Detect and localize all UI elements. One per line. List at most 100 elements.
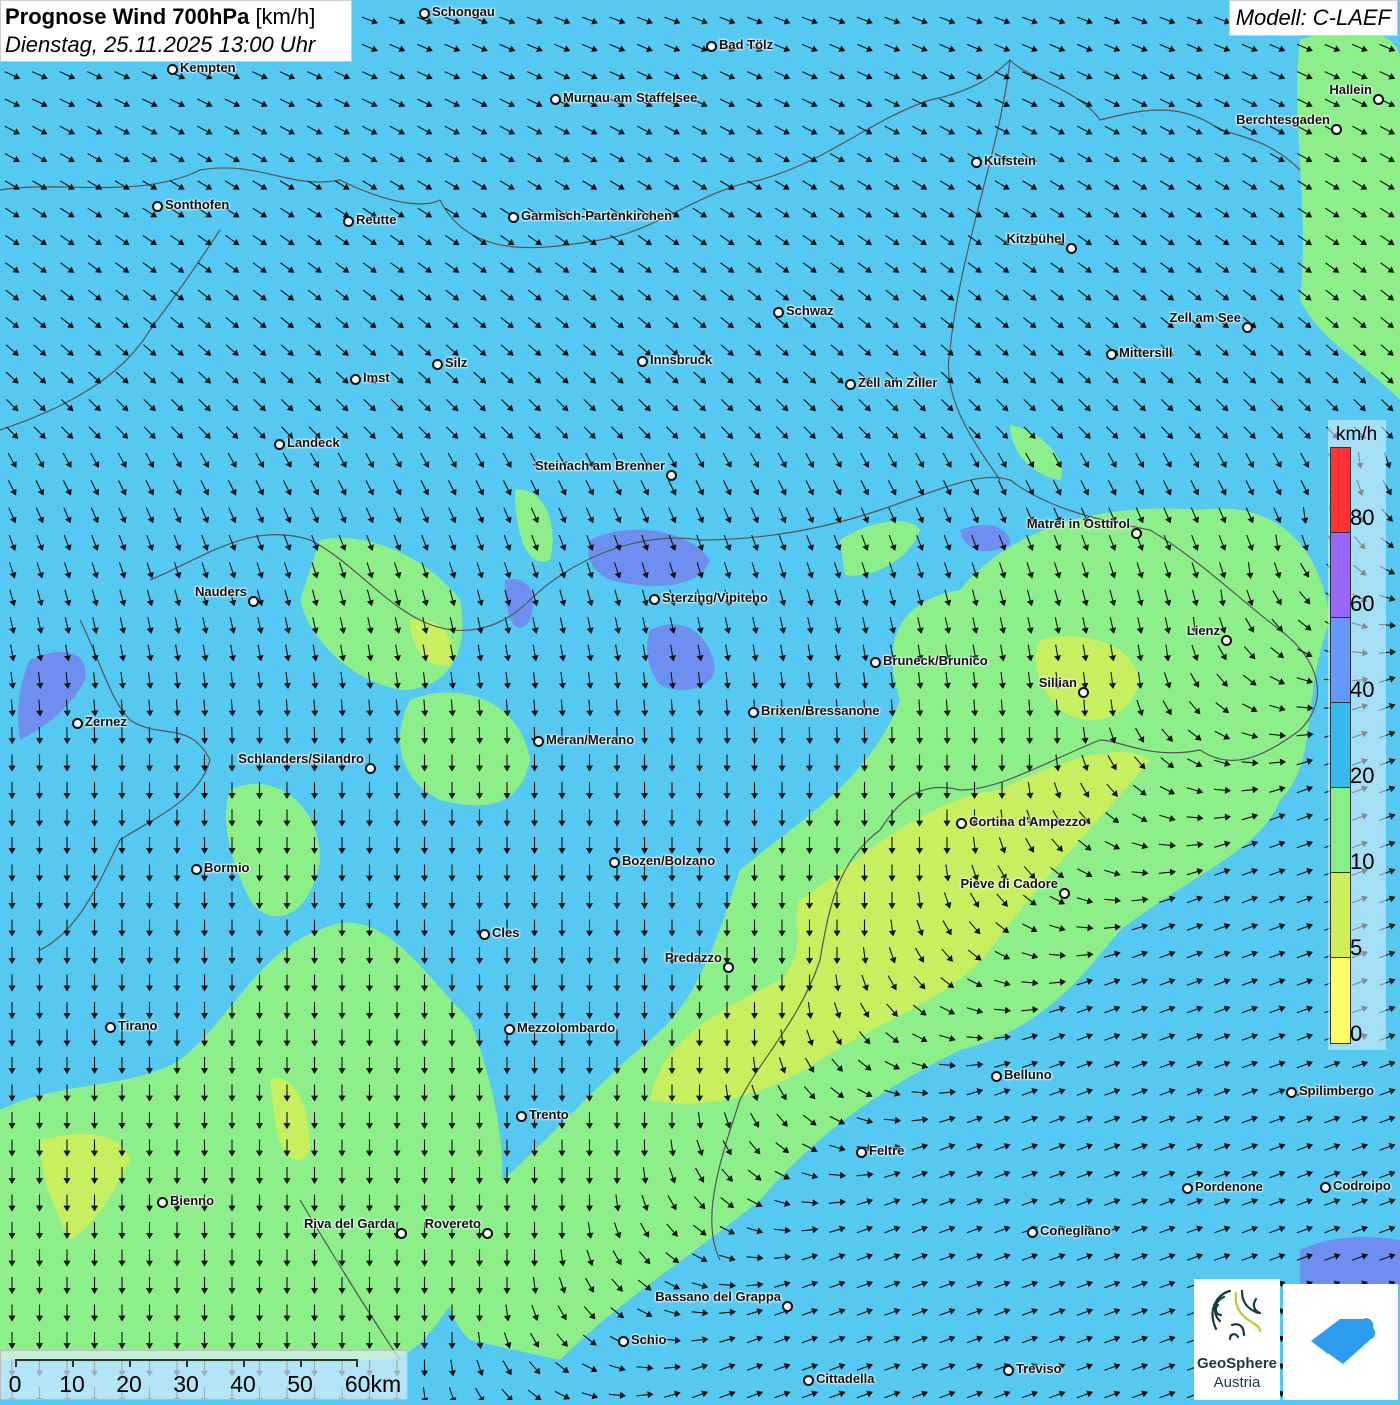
wind-arrow xyxy=(499,98,516,108)
wind-arrow xyxy=(911,16,928,25)
wind-arrow xyxy=(63,837,71,855)
wind-arrow xyxy=(692,262,707,273)
wind-arrow xyxy=(1245,480,1255,496)
wind-arrow xyxy=(87,153,103,163)
wind-arrow xyxy=(1214,1088,1231,1096)
wind-arrow xyxy=(1131,1143,1149,1151)
wind-arrow xyxy=(747,235,762,246)
wind-arrow xyxy=(1131,1005,1149,1014)
wind-arrow xyxy=(558,919,566,937)
wind-arrow xyxy=(939,1115,956,1123)
wind-arrow xyxy=(967,262,982,273)
wind-arrow xyxy=(417,98,433,108)
wind-arrow xyxy=(418,426,431,440)
wind-arrow xyxy=(1269,1088,1286,1096)
wind-arrow xyxy=(444,98,461,108)
wind-arrow xyxy=(805,782,814,800)
wind-arrow xyxy=(197,180,213,190)
wind-arrow xyxy=(8,782,16,800)
wind-arrow xyxy=(801,1363,819,1371)
wind-arrow xyxy=(748,344,762,356)
wind-arrow xyxy=(1186,71,1203,80)
wind-arrow xyxy=(6,426,19,440)
wind-arrow xyxy=(609,43,626,53)
wind-arrow xyxy=(475,1002,484,1020)
wind-arrow xyxy=(308,344,322,356)
city-marker xyxy=(1066,243,1077,254)
wind-arrow xyxy=(691,1336,709,1344)
wind-arrow xyxy=(1216,426,1229,440)
wind-arrow xyxy=(719,1390,736,1399)
wind-arrow xyxy=(32,180,48,190)
wind-arrow xyxy=(1379,1198,1396,1206)
wind-arrow xyxy=(503,507,512,524)
wind-arrow xyxy=(363,426,376,440)
wind-arrow xyxy=(1159,1335,1176,1344)
wind-arrow xyxy=(1131,71,1148,80)
wind-arrow xyxy=(912,153,928,163)
wind-arrow xyxy=(1131,923,1149,931)
wind-arrow xyxy=(311,726,319,745)
wind-arrow xyxy=(585,1084,594,1102)
wind-arrow xyxy=(1296,1225,1314,1234)
wind-arrow xyxy=(227,480,237,496)
city-marker xyxy=(618,1336,629,1347)
wind-arrow xyxy=(829,43,846,53)
wind-arrow xyxy=(723,754,731,772)
wind-arrow xyxy=(1131,1225,1149,1234)
wind-arrow xyxy=(911,1390,929,1399)
wind-arrow xyxy=(609,153,625,163)
wind-arrow xyxy=(201,644,209,662)
wind-arrow xyxy=(779,589,787,607)
wind-arrow xyxy=(967,180,983,190)
wind-arrow xyxy=(1049,1335,1066,1344)
wind-arrow xyxy=(888,507,897,524)
wind-arrow xyxy=(558,534,567,551)
wind-arrow xyxy=(719,153,735,163)
wind-arrow xyxy=(1270,344,1284,356)
wind-arrow xyxy=(90,837,99,855)
wind-arrow xyxy=(531,699,539,717)
wind-arrow xyxy=(310,809,319,827)
wind-arrow xyxy=(59,98,76,108)
wind-arrow xyxy=(143,399,156,412)
wind-arrow xyxy=(200,947,209,965)
geosphere-austria-logo[interactable]: GeoSphere Austria xyxy=(1194,1279,1280,1400)
wind-arrow xyxy=(967,207,983,218)
wind-arrow xyxy=(4,207,20,218)
wind-arrow xyxy=(994,1198,1011,1206)
wind-arrow xyxy=(4,153,20,163)
wind-arrow xyxy=(750,507,760,524)
wind-arrow xyxy=(280,262,295,273)
wind-arrow xyxy=(913,426,926,440)
wind-arrow xyxy=(1241,1225,1259,1234)
legend-label: 80 xyxy=(1350,505,1375,530)
house-cloud-logo[interactable] xyxy=(1283,1284,1398,1400)
wind-arrow xyxy=(471,43,488,53)
title-unit: [km/h] xyxy=(255,4,316,29)
wind-arrow xyxy=(830,371,844,384)
wind-arrow xyxy=(1077,317,1092,329)
wind-arrow xyxy=(310,480,320,496)
city-label: Trento xyxy=(529,1107,569,1122)
wind-arrow xyxy=(417,317,432,329)
wind-arrow xyxy=(995,371,1009,384)
wind-arrow xyxy=(719,16,736,25)
wind-arrow xyxy=(1298,399,1311,412)
wind-arrow xyxy=(1076,1143,1094,1151)
wind-arrow xyxy=(228,947,236,965)
wind-arrow xyxy=(35,809,44,827)
wind-arrow xyxy=(1325,371,1339,384)
wind-arrow xyxy=(723,837,731,855)
wind-arrow xyxy=(146,534,154,551)
wind-arrow xyxy=(255,507,265,524)
wind-arrow xyxy=(1296,785,1314,794)
wind-area-10-20 xyxy=(1010,425,1062,480)
wind-arrow xyxy=(118,507,127,524)
wind-arrow xyxy=(966,1253,984,1261)
wind-arrow xyxy=(1214,98,1231,108)
wind-arrow xyxy=(939,125,956,135)
wind-arrow xyxy=(665,317,680,329)
wind-arrow xyxy=(229,617,237,634)
wind-arrow xyxy=(503,947,511,965)
